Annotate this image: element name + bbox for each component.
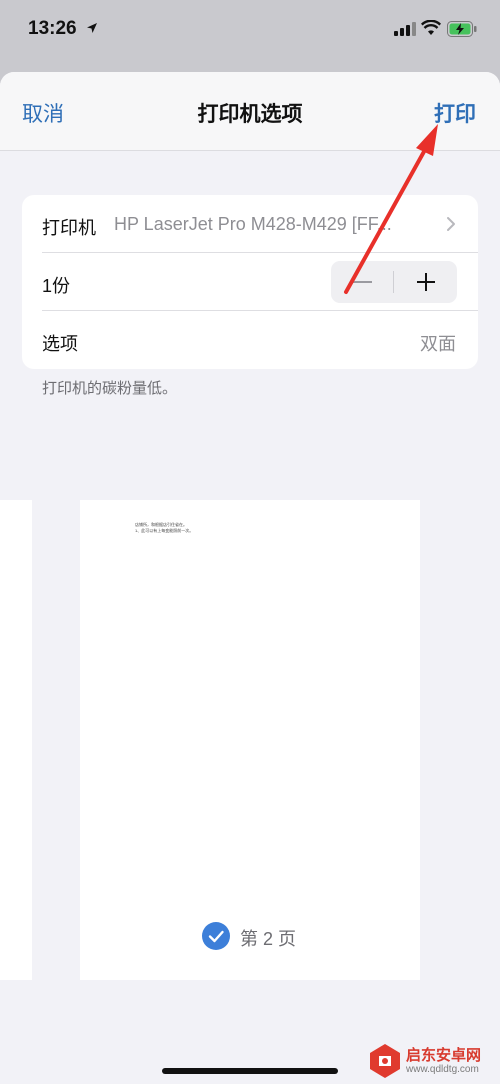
page-text-line: 1、此可以有上每变能照前一次。 [135,528,194,533]
options-card: 打印机 HP LaserJet Pro M428-M429 [FF... 1份 [22,195,478,369]
location-arrow-icon [87,23,97,33]
checkmark-circle-icon [202,922,230,950]
site-watermark: 启东安卓网 www.qdldtg.com [362,1040,500,1084]
navigation-bar: 取消 打印机选项 打印 [0,72,500,151]
watermark-logo-icon [370,1044,400,1078]
printer-row[interactable]: 打印机 HP LaserJet Pro M428-M429 [FF... [22,195,478,253]
page-number-label: 第 2 页 [240,929,297,949]
status-bar: 13:26 [0,0,500,62]
options-row[interactable]: 选项 双面 [22,311,478,369]
printer-label: 打印机 [42,218,96,238]
copies-label: 1份 [42,276,71,296]
increment-button[interactable] [395,261,457,303]
wifi-icon [421,20,441,35]
minus-icon [352,281,372,283]
page-preview-previous[interactable] [0,500,32,980]
battery-charging-icon [447,21,477,37]
sheet-title: 打印机选项 [197,103,303,126]
toner-low-note: 打印机的碳粉量低。 [42,380,178,397]
copies-row: 1份 [22,253,478,311]
options-label: 选项 [42,334,78,354]
stepper-divider [393,271,394,293]
print-button[interactable]: 打印 [434,98,476,128]
watermark-name: 启东安卓网 [406,1047,482,1064]
cellular-signal-icon [394,22,416,36]
decrement-button[interactable] [331,261,393,303]
chevron-right-icon [447,217,455,231]
options-value: 双面 [420,334,456,354]
page-preview-current[interactable]: 店铺所，和根据店引住省在。 1、此可以有上每变能照前一次。 第 2 页 [80,500,420,980]
printer-value: HP LaserJet Pro M428-M429 [FF... [114,214,392,234]
home-indicator [162,1068,338,1074]
copies-stepper [331,261,457,303]
plus-icon [417,273,435,291]
print-options-sheet: 取消 打印机选项 打印 打印机 HP LaserJet Pro M428-M42… [0,72,500,1084]
status-time: 13:26 [28,18,77,39]
watermark-url: www.qdldtg.com [406,1064,479,1075]
